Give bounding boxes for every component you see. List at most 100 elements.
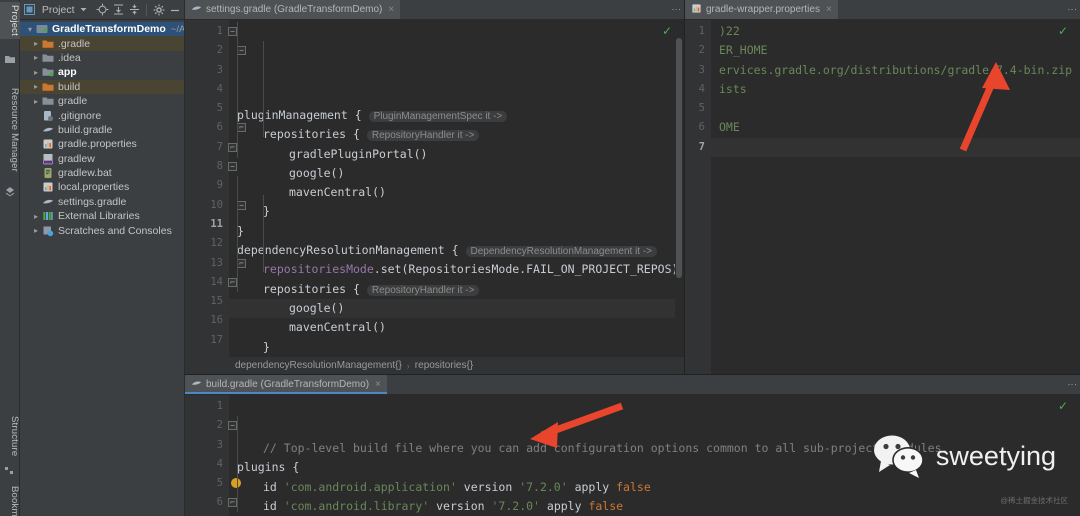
- breadcrumb[interactable]: dependencyResolutionManagement{} › repos…: [185, 357, 684, 374]
- code-line: }: [229, 222, 684, 241]
- project-file-tree[interactable]: GradleTransformDemo ~/And .gradle .idea: [20, 20, 184, 516]
- code-line: [711, 137, 1080, 158]
- tab-label: settings.gradle (GradleTransformDemo): [206, 4, 383, 15]
- line-number: 3: [698, 63, 705, 76]
- resource-manager-icon: [4, 184, 16, 197]
- tree-node-gradle-properties[interactable]: gradle.properties: [20, 137, 184, 151]
- sidebar-item-project[interactable]: Project: [0, 2, 20, 39]
- tree-node-dot-idea[interactable]: .idea: [20, 51, 184, 65]
- folder-orange-icon: [42, 37, 55, 50]
- code-line: mavenCentral(): [229, 318, 684, 337]
- sidebar-item-bookmarks[interactable]: Bookmarks: [0, 483, 20, 516]
- chevron-right-icon[interactable]: [30, 82, 42, 91]
- properties-icon: [42, 138, 55, 151]
- expand-all-icon[interactable]: [112, 3, 125, 16]
- tree-node-settings-gradle[interactable]: settings.gradle: [20, 195, 184, 209]
- tree-node-label: Scratches and Consoles: [58, 224, 172, 237]
- chevron-right-icon[interactable]: [30, 226, 42, 235]
- code-viewport-settings-gradle[interactable]: 1− 2− 3 4 5 6 ⌐ 7 ⌐ 8− 9 10− 11 12 13 ⌐ 14 ⌐: [185, 20, 684, 357]
- chevron-right-icon[interactable]: [30, 53, 42, 62]
- vertical-scrollbar-left[interactable]: [675, 20, 684, 357]
- editor-options-kebab-left[interactable]: ⋮: [668, 0, 684, 19]
- tree-node-gradle[interactable]: gradle: [20, 94, 184, 108]
- tree-node-gitignore[interactable]: .gitignore: [20, 108, 184, 122]
- collapse-all-icon[interactable]: [128, 3, 141, 16]
- breadcrumb-item[interactable]: repositories{}: [415, 360, 473, 371]
- tree-node-gradlew[interactable]: C++ gradlew: [20, 152, 184, 166]
- sidebar-item-structure[interactable]: Structure: [0, 413, 20, 459]
- tree-node-build-gradle[interactable]: build.gradle: [20, 123, 184, 137]
- ide-window: Project Resource Manager Structure Bookm…: [0, 0, 1080, 516]
- tab-label: build.gradle (GradleTransformDemo): [206, 379, 370, 390]
- code-token: }: [263, 339, 270, 354]
- line-number: 3: [216, 63, 223, 76]
- settings-gear-icon[interactable]: [152, 3, 165, 16]
- code-text-gradle-wrapper[interactable]: )22 ER_HOME ervices.gradle.org/distributio…: [711, 20, 1080, 374]
- chevron-down-icon[interactable]: [24, 25, 36, 34]
- code-viewport-build-gradle[interactable]: 1 2− 3 4 5 6 ⌐ // Top-level build file wh…: [185, 395, 1080, 516]
- chevron-right-icon[interactable]: [30, 97, 42, 106]
- code-token: mavenCentral(): [289, 320, 386, 335]
- project-tool-window: Project ▾ GradleTransformDemo ~/A ▸ .gra…: [20, 0, 185, 516]
- code-token: false: [616, 479, 651, 494]
- close-icon[interactable]: ×: [826, 4, 832, 15]
- code-token: {: [451, 243, 459, 258]
- chevron-right-icon[interactable]: [30, 39, 42, 48]
- tree-node-dot-gradle[interactable]: .gradle: [20, 36, 184, 51]
- tab-build-gradle[interactable]: build.gradle (GradleTransformDemo) ×: [185, 375, 387, 394]
- folder-orange-icon: [42, 80, 55, 93]
- line-number: 3: [216, 438, 223, 451]
- tab-settings-gradle[interactable]: settings.gradle (GradleTransformDemo) ×: [185, 0, 401, 19]
- folder-module-icon: [42, 66, 55, 79]
- tree-node-gradlew-bat[interactable]: gradlew.bat: [20, 166, 184, 180]
- editor-options-kebab-right[interactable]: ⋮: [1064, 0, 1080, 19]
- code-line: id 'com.android.application' version '7.…: [229, 478, 1080, 497]
- code-token: {: [353, 281, 360, 296]
- left-tool-strip: Project Resource Manager Structure Bookm…: [0, 0, 20, 516]
- tree-node-scratches-and-consoles[interactable]: Scratches and Consoles: [20, 223, 184, 237]
- code-token: 'com.android.application': [283, 479, 457, 494]
- line-number-gutter-left: 1− 2− 3 4 5 6 ⌐ 7 ⌐ 8− 9 10− 11 12 13 ⌐ 14 ⌐: [185, 20, 246, 357]
- code-line: id 'com.android.library' version '7.2.0'…: [229, 497, 1080, 516]
- code-token: {: [353, 127, 360, 142]
- code-token: id: [263, 479, 284, 494]
- watermark-credit: @稀土掘金技术社区: [1000, 496, 1068, 505]
- close-icon[interactable]: ×: [375, 379, 381, 390]
- breadcrumb-item[interactable]: dependencyResolutionManagement{}: [235, 360, 402, 371]
- close-icon[interactable]: ×: [388, 4, 394, 15]
- tab-gradle-wrapper-properties[interactable]: gradle-wrapper.properties ×: [685, 0, 838, 19]
- gradle-file-icon: [191, 3, 202, 17]
- code-token: }: [263, 204, 270, 219]
- chevron-right-icon[interactable]: [30, 68, 42, 77]
- project-panel-title: Project: [41, 3, 75, 16]
- minimize-icon[interactable]: [168, 3, 181, 16]
- editor-options-kebab-bottom[interactable]: ⋮: [1064, 375, 1080, 394]
- line-number: 2: [698, 44, 705, 57]
- tool-tab-label: Project: [9, 5, 20, 36]
- shell-script-icon: C++: [42, 152, 55, 165]
- editor-tabbar-left: settings.gradle (GradleTransformDemo) × …: [185, 0, 684, 20]
- tree-node-label: External Libraries: [58, 210, 140, 223]
- sidebar-item-resource-manager[interactable]: Resource Manager: [0, 85, 20, 175]
- scrollbar-thumb[interactable]: [676, 38, 682, 278]
- code-viewport-gradle-wrapper[interactable]: 1 2 3 4 5 6 7 )22 ER_HOME ervices.gradle.o…: [685, 20, 1080, 374]
- tree-node-app[interactable]: app: [20, 65, 184, 79]
- tree-node-label: gradle.properties: [58, 138, 137, 151]
- tree-node-local-properties[interactable]: local.properties: [20, 180, 184, 194]
- code-text-build-gradle[interactable]: // Top-level build file where you can ad…: [229, 395, 1080, 516]
- chevron-right-icon[interactable]: [30, 212, 42, 221]
- line-number: 6: [216, 496, 223, 509]
- locate-target-icon[interactable]: [96, 3, 109, 16]
- tree-node-build[interactable]: build: [20, 79, 184, 94]
- tree-node-external-libraries[interactable]: External Libraries: [20, 209, 184, 223]
- code-token: pluginManagement: [237, 108, 355, 122]
- code-text-settings-gradle[interactable]: pluginManagement { PluginManagementSpec …: [229, 20, 684, 357]
- tree-node-gradletransformdemo[interactable]: GradleTransformDemo ~/And: [20, 22, 184, 37]
- tabbar-spacer: [387, 375, 1064, 394]
- inspection-ok-icon: ✓: [1057, 399, 1068, 413]
- chevron-down-icon[interactable]: [78, 3, 91, 16]
- tree-node-path: ~/And: [170, 23, 184, 35]
- bat-file-icon: [42, 167, 55, 180]
